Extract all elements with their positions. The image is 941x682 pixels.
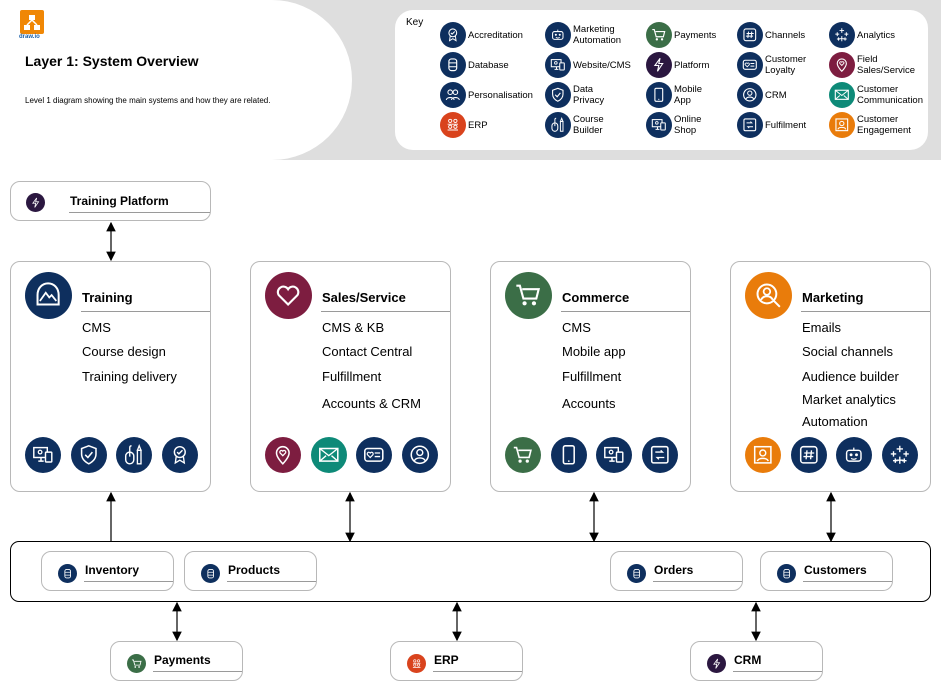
connectors (106, 221, 836, 642)
